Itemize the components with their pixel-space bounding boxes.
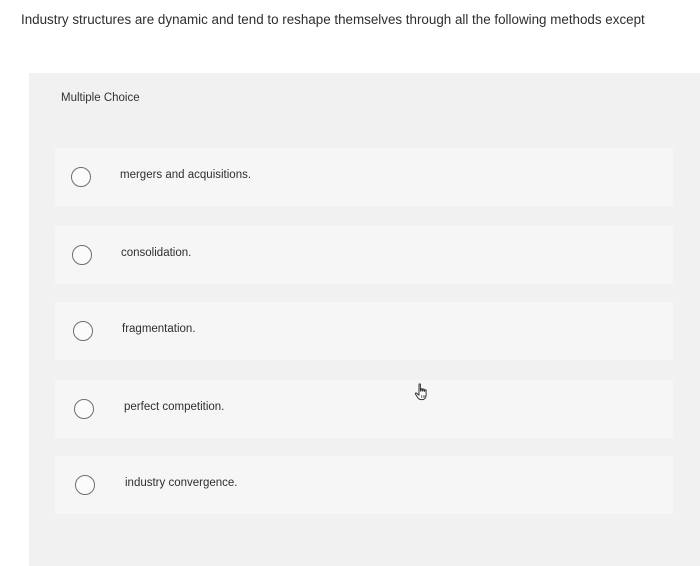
option-perfect-competition[interactable]: perfect competition. — [55, 380, 673, 438]
hand-pointer-icon — [414, 383, 427, 401]
answer-panel: Multiple Choice mergers and acquisitions… — [29, 73, 700, 566]
radio-button[interactable] — [71, 167, 91, 187]
option-label: mergers and acquisitions. — [120, 169, 252, 181]
option-industry-convergence[interactable]: industry convergence. — [55, 456, 673, 514]
option-mergers-and-acquisitions[interactable]: mergers and acquisitions. — [55, 148, 673, 206]
option-label: industry convergence. — [125, 477, 238, 489]
option-label: perfect competition. — [124, 401, 225, 413]
question-text: Industry structures are dynamic and tend… — [21, 12, 645, 27]
radio-button[interactable] — [73, 321, 93, 341]
radio-button[interactable] — [72, 245, 92, 265]
question-type-label: Multiple Choice — [61, 92, 140, 104]
radio-button[interactable] — [74, 399, 94, 419]
option-label: consolidation. — [121, 247, 192, 259]
option-fragmentation[interactable]: fragmentation. — [55, 302, 673, 360]
option-label: fragmentation. — [122, 323, 196, 335]
radio-button[interactable] — [75, 475, 95, 495]
option-consolidation[interactable]: consolidation. — [55, 226, 673, 284]
